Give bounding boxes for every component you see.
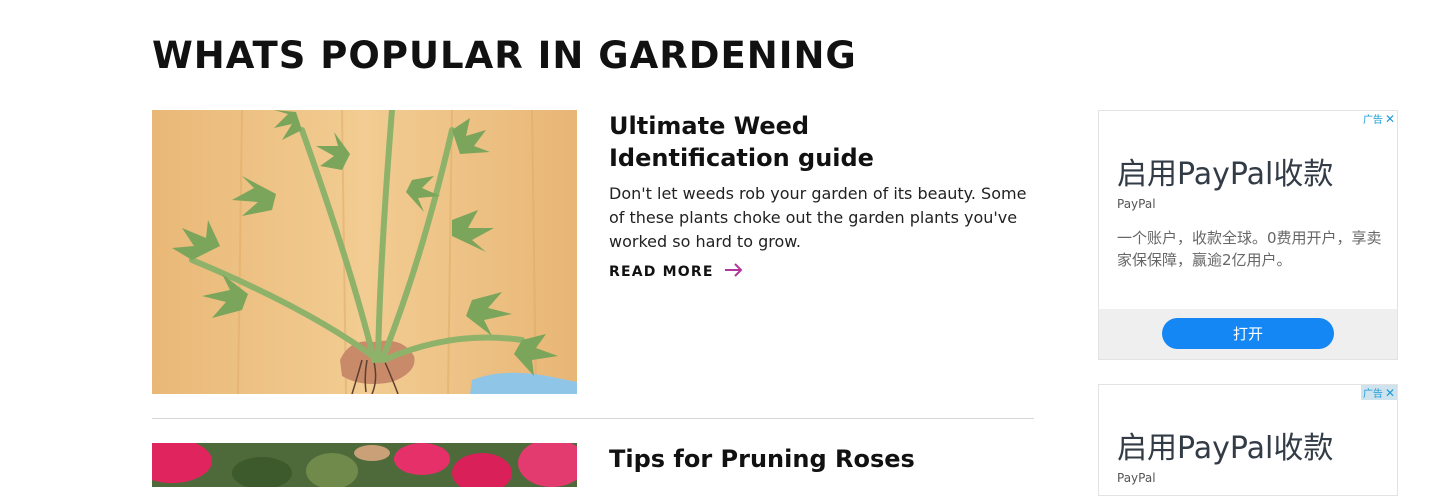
ad-label: 广告 bbox=[1362, 389, 1383, 400]
arrow-right-icon bbox=[724, 262, 744, 282]
article-divider bbox=[152, 418, 1034, 419]
section-title: WHATS POPULAR IN GARDENING bbox=[152, 34, 857, 77]
article-body: Ultimate Weed Identification guide Don't… bbox=[609, 110, 1039, 282]
ad-advertiser: PayPal bbox=[1117, 197, 1156, 211]
ad-choices-badge[interactable]: 广告 ✕ bbox=[1361, 111, 1397, 127]
close-icon[interactable]: ✕ bbox=[1385, 113, 1395, 125]
ad-footer: 打开 bbox=[1099, 309, 1397, 359]
article-card: Ultimate Weed Identification guide Don't… bbox=[152, 110, 1034, 394]
read-more-label: READ MORE bbox=[609, 264, 714, 280]
article-title[interactable]: Tips for Pruning Roses bbox=[609, 443, 969, 475]
article-title[interactable]: Ultimate Weed Identification guide bbox=[609, 110, 969, 174]
ad-headline[interactable]: 启用PayPal收款 bbox=[1117, 423, 1333, 467]
ad-banner[interactable]: 广告 ✕ 启用PayPal收款 PayPal bbox=[1098, 384, 1398, 496]
ad-choices-badge[interactable]: 广告 ✕ bbox=[1360, 385, 1397, 400]
article-image-roses[interactable] bbox=[152, 443, 577, 487]
ad-banner[interactable]: 广告 ✕ 启用PayPal收款 PayPal 一个账户，收款全球。0费用开户，享… bbox=[1098, 110, 1398, 360]
read-more-link[interactable]: READ MORE bbox=[609, 262, 744, 282]
ad-open-button[interactable]: 打开 bbox=[1162, 318, 1334, 349]
article-image-weed[interactable] bbox=[152, 110, 577, 394]
article-card: Tips for Pruning Roses bbox=[152, 443, 1034, 503]
close-icon[interactable]: ✕ bbox=[1385, 387, 1395, 399]
ad-advertiser: PayPal bbox=[1117, 471, 1156, 485]
ad-headline[interactable]: 启用PayPal收款 bbox=[1117, 149, 1333, 193]
article-body: Tips for Pruning Roses bbox=[609, 443, 1039, 475]
article-excerpt: Don't let weeds rob your garden of its b… bbox=[609, 184, 1027, 251]
ad-description: 一个账户，收款全球。0费用开户，享卖家保保障，赢逾2亿用户。 bbox=[1117, 229, 1382, 269]
ad-label: 广告 bbox=[1362, 115, 1383, 126]
